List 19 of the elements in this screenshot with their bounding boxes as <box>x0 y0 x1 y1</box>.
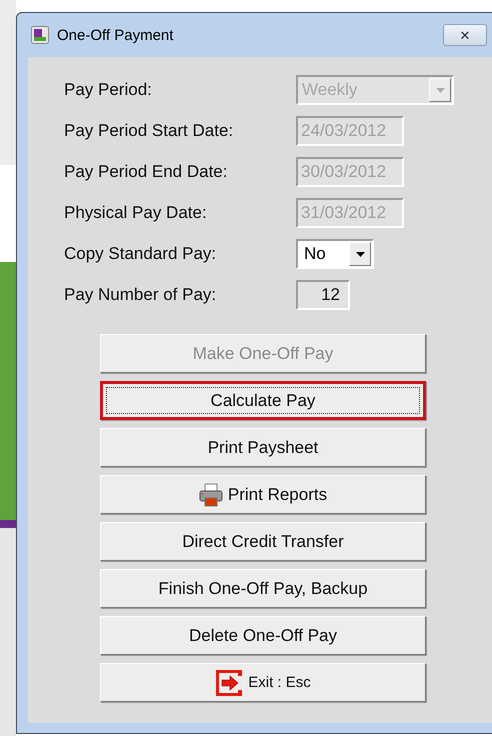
app-icon <box>31 26 49 44</box>
field-label: Pay Period End Date: <box>64 162 228 182</box>
dropdown-field[interactable]: No <box>296 239 374 269</box>
field-label: Pay Period Start Date: <box>64 121 234 141</box>
action-button[interactable]: Print Reports <box>100 475 426 514</box>
field-label: Copy Standard Pay: <box>64 244 218 264</box>
action-button[interactable]: Delete One-Off Pay <box>100 616 426 655</box>
field-label: Pay Period: <box>64 80 153 100</box>
printer-icon <box>198 482 223 506</box>
field-label: Physical Pay Date: <box>64 203 208 223</box>
field-label: Pay Number of Pay: <box>64 285 218 305</box>
highlighted-button[interactable]: Calculate Pay <box>100 381 426 420</box>
action-button[interactable]: Exit : Esc <box>100 663 426 702</box>
close-button[interactable]: ✕ <box>443 24 487 46</box>
exit-icon <box>215 668 244 696</box>
action-button[interactable]: Finish One-Off Pay, Backup <box>100 569 426 608</box>
window-title: One-Off Payment <box>57 26 174 44</box>
action-button[interactable]: Print Paysheet <box>100 428 426 467</box>
action-button[interactable]: Direct Credit Transfer <box>100 522 426 561</box>
